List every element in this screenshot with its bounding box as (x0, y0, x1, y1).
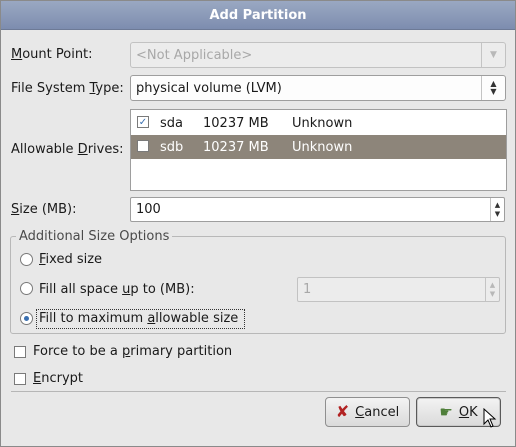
drive-list[interactable]: ✓ sda 10237 MB Unknown sdb 10237 MB Unkn… (130, 109, 507, 191)
fill-upto-radio[interactable] (20, 282, 33, 295)
chevron-down-icon: ▼ (481, 43, 505, 67)
spin-arrows-icon[interactable]: ▲ ▼ (485, 278, 499, 301)
spin-arrows-icon[interactable]: ▲ ▼ (490, 198, 504, 221)
add-partition-dialog: Add Partition Mount Point: <Not Applicab… (0, 0, 516, 447)
drive-model: Unknown (292, 115, 353, 131)
cancel-button-label: Cancel (355, 404, 400, 420)
fixed-size-radio[interactable] (20, 253, 33, 266)
fill-max-radio[interactable] (20, 312, 33, 325)
mount-point-label: Mount Point: (11, 47, 93, 62)
fs-type-value: physical volume (LVM) (136, 80, 282, 96)
drive-row-sda[interactable]: ✓ sda 10237 MB Unknown (131, 111, 506, 135)
encrypt-label[interactable]: Encrypt (33, 371, 83, 386)
size-options-title: Additional Size Options (16, 229, 173, 244)
primary-checkbox[interactable] (14, 346, 26, 358)
mount-point-combo[interactable]: <Not Applicable> ▼ (130, 42, 506, 68)
drive-sdb-checkbox[interactable] (137, 140, 149, 152)
size-value: 100 (136, 202, 161, 217)
dialog-title: Add Partition (1, 1, 515, 30)
cancel-x-icon: ✘ (335, 402, 350, 421)
drive-size: 10237 MB (203, 139, 269, 155)
cancel-button[interactable]: ✘ Cancel (325, 397, 410, 427)
updown-icon: ▲ ▼ (481, 76, 505, 100)
size-label: Size (MB): (11, 202, 77, 217)
fs-type-label: File System Type: (11, 81, 124, 96)
allowable-drives-label: Allowable Drives: (11, 142, 124, 157)
drive-name: sdb (160, 139, 184, 155)
ok-button-label: OK (458, 404, 478, 420)
fs-type-combo[interactable]: physical volume (LVM) ▲ ▼ (130, 75, 506, 101)
drive-row-sdb[interactable]: sdb 10237 MB Unknown (131, 135, 506, 159)
size-spinbox[interactable]: 100 ▲ ▼ (130, 197, 505, 222)
drive-size: 10237 MB (203, 115, 269, 131)
fixed-size-label[interactable]: Fixed size (39, 252, 102, 267)
fill-upto-spinbox[interactable]: 1 ▲ ▼ (297, 277, 500, 302)
mount-point-value: <Not Applicable> (136, 47, 253, 63)
drive-sda-checkbox[interactable]: ✓ (137, 116, 149, 128)
drive-model: Unknown (292, 139, 353, 155)
encrypt-checkbox[interactable] (14, 373, 26, 385)
fill-upto-value: 1 (303, 282, 312, 297)
ok-hand-icon: ☛ (439, 402, 453, 421)
drive-name: sda (160, 115, 183, 131)
primary-label[interactable]: Force to be a primary partition (33, 344, 232, 359)
fill-upto-label[interactable]: Fill all space up to (MB): (39, 282, 195, 297)
separator (11, 391, 506, 392)
mouse-pointer-icon (483, 408, 497, 428)
fill-max-label[interactable]: Fill to maximum allowable size (39, 311, 238, 326)
